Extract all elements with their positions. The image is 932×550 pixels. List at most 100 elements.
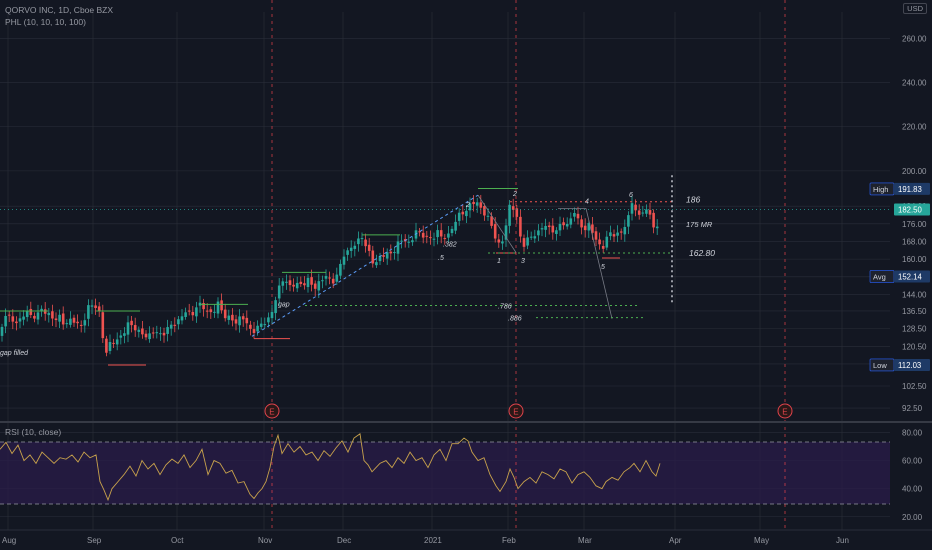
currency-badge[interactable]: USD [903, 3, 927, 14]
candle-body [551, 225, 555, 233]
candle-body [267, 317, 270, 323]
candle-body [285, 281, 288, 283]
candle-body [223, 309, 227, 319]
candle-body [259, 323, 263, 327]
candle-body [562, 222, 565, 226]
wave-point-3: 3 [521, 258, 525, 265]
candle-body [252, 329, 256, 334]
candle-body [25, 310, 29, 318]
candle-body [573, 212, 576, 217]
candle-body [450, 228, 454, 234]
candle-body [159, 333, 162, 335]
candle-body [256, 325, 259, 332]
price-tick-label: 92.50 [902, 404, 923, 413]
candle-body [306, 277, 310, 288]
candle-body [115, 339, 119, 345]
candle-body [263, 324, 267, 326]
candle-body [630, 203, 634, 214]
candle-body [447, 233, 450, 238]
candle-body [187, 310, 191, 312]
candle-body [36, 312, 40, 320]
candle-body [87, 305, 90, 319]
candle-body [61, 313, 65, 325]
symbol-title: QORVO INC, 1D, Cboe BZX [5, 5, 114, 15]
candle-body [270, 311, 274, 319]
candle-body [40, 308, 43, 311]
wave-point-6: 6 [629, 192, 633, 199]
candle-body [180, 316, 184, 321]
candle-body [598, 239, 601, 245]
price-tick-label: 220.00 [902, 123, 927, 132]
candle-body [195, 307, 198, 317]
rsi-band [0, 442, 890, 504]
candle-body [119, 335, 123, 338]
candle-body [594, 231, 598, 240]
candle-body [151, 332, 155, 334]
candle-body [443, 238, 447, 240]
price-tick-label: 102.50 [902, 382, 927, 391]
time-tick-label: Feb [502, 536, 516, 545]
earnings-marker-label: E [513, 408, 518, 417]
candle-body [141, 328, 144, 335]
candle-body [33, 315, 36, 319]
candle-body [652, 212, 655, 228]
avg-tag: Avg [873, 272, 886, 281]
candle-body [173, 324, 177, 326]
indicator-legend[interactable]: PHL (10, 10, 10, 100) [5, 17, 86, 27]
candle-body [22, 316, 25, 320]
candle-body [493, 224, 497, 239]
candle-body [616, 232, 619, 236]
candle-body [277, 285, 281, 299]
candle-body [54, 318, 58, 321]
candle-body [43, 309, 47, 314]
candle-body [382, 255, 385, 257]
candle-body [364, 239, 367, 247]
candle-body [69, 318, 72, 325]
candle-body [645, 209, 648, 214]
candle-body [191, 311, 195, 316]
candle-body [353, 245, 357, 249]
candle-body [58, 314, 61, 322]
candle-body [519, 216, 522, 237]
candle-body [547, 225, 551, 228]
candle-body [249, 324, 252, 329]
price-tick-label: 144.00 [902, 290, 927, 299]
candle-body [231, 314, 234, 321]
candle-body [79, 324, 83, 326]
candle-body [540, 228, 544, 230]
symbol-legend[interactable]: QORVO INC, 1D, Cboe BZX [5, 5, 113, 15]
candle-body [461, 211, 465, 215]
candle-body [555, 230, 558, 234]
candle-body [457, 212, 461, 221]
candle-body [112, 342, 115, 344]
price-tick-label: 160.00 [902, 255, 927, 264]
candle-body [335, 274, 339, 282]
candle-body [123, 333, 126, 336]
candle-body [313, 283, 317, 289]
rsi-legend[interactable]: RSI (10, close) [5, 427, 61, 437]
price-tick-label: 120.50 [902, 342, 927, 351]
candle-body [580, 219, 583, 228]
rsi-tick-label: 40.00 [902, 485, 923, 494]
candle-body [15, 321, 18, 324]
candle-body [605, 236, 609, 248]
candle-body [4, 315, 7, 327]
low-tag: Low [873, 361, 887, 370]
candle-body [436, 230, 439, 238]
candle-body [155, 332, 159, 334]
time-tick-label: Apr [669, 536, 682, 545]
high-value: 191.83 [898, 185, 922, 194]
time-tick-label: Oct [171, 536, 184, 545]
chart-canvas[interactable]: E E E gap gap filled .382 .5 .786 .886 1 2 2 3 4 5 6 18… [0, 0, 932, 550]
candle-body [213, 311, 216, 313]
candle-body [472, 201, 475, 205]
time-tick-label: Dec [337, 536, 351, 545]
candle-body [385, 252, 389, 259]
candle-body [339, 263, 342, 276]
candle-body [648, 210, 652, 215]
candle-body [209, 309, 213, 313]
price-tick-label: 176.00 [902, 220, 927, 229]
candle-body [641, 212, 645, 214]
candle-body [72, 317, 76, 323]
candle-body [245, 317, 249, 324]
